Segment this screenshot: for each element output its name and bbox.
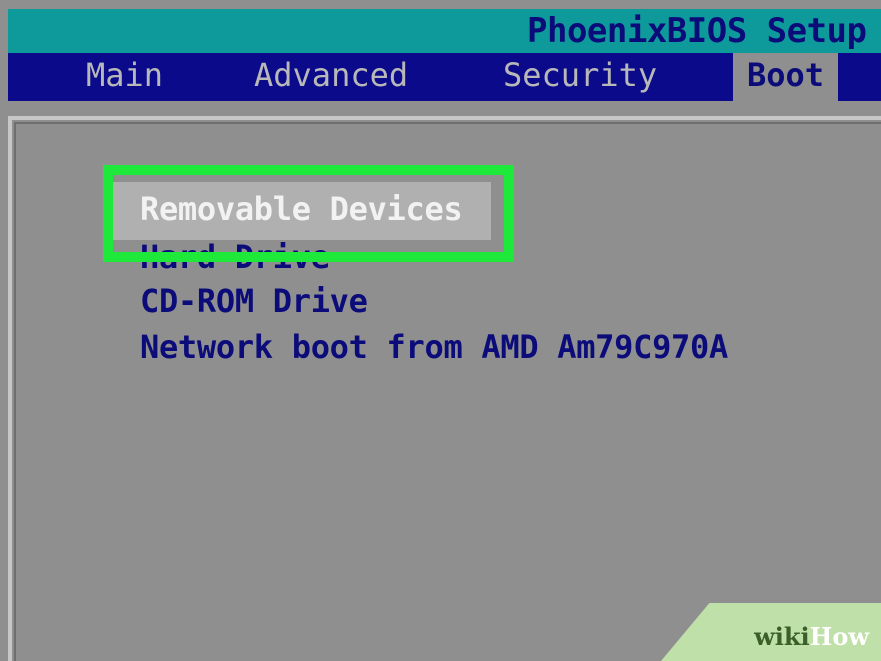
menu-bar: Main Advanced Security Boot — [8, 53, 881, 101]
boot-item-network-boot[interactable]: Network boot from AMD Am79C970A — [140, 328, 728, 366]
tab-main[interactable]: Main — [86, 53, 163, 101]
boot-item-cd-rom-drive[interactable]: CD-ROM Drive — [140, 282, 368, 320]
panel-border — [8, 116, 881, 120]
annotation-outline — [103, 165, 514, 262]
tab-advanced[interactable]: Advanced — [254, 53, 408, 101]
bios-screen: PhoenixBIOS Setup U Main Advanced Securi… — [0, 0, 881, 661]
window-title: PhoenixBIOS Setup U — [527, 11, 881, 51]
panel-shadow-top — [14, 122, 881, 124]
watermark-wiki: wiki — [754, 622, 810, 651]
tab-boot[interactable]: Boot — [733, 53, 839, 101]
title-bar: PhoenixBIOS Setup U — [8, 9, 881, 53]
panel-border-left — [8, 116, 12, 661]
panel-shadow-left — [14, 122, 16, 661]
watermark-how: How — [809, 622, 869, 651]
tab-security[interactable]: Security — [503, 53, 657, 101]
watermark: wikiHow — [754, 622, 869, 651]
